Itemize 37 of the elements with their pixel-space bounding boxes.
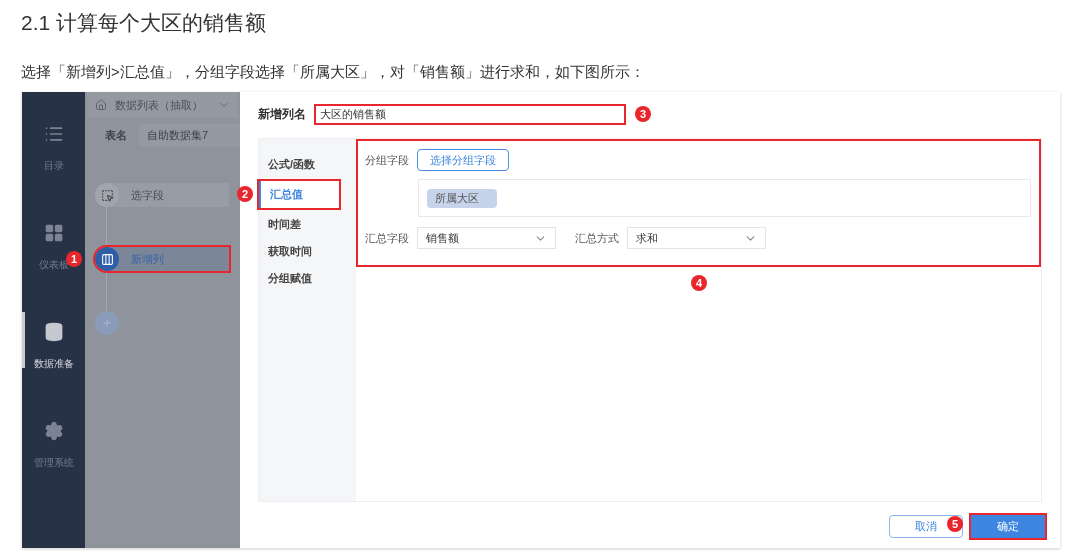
summary-method-select[interactable]: 求和 (627, 227, 766, 249)
sidebar-item[interactable]: 目录 (43, 122, 64, 175)
home-icon (95, 99, 107, 111)
section-heading: 2.1 计算每个大区的销售额 (21, 10, 267, 36)
method-tab[interactable]: 分组赋值 (259, 265, 356, 292)
table-name-field[interactable]: 自助数据集7 (139, 124, 240, 146)
columns-icon (95, 247, 119, 271)
sidebar-item[interactable]: 数据准备 (33, 320, 74, 373)
field-chip[interactable]: 所属大区 (427, 188, 497, 208)
confirm-button[interactable]: 确定 (971, 514, 1045, 538)
method-tab[interactable]: 公式/函数 (259, 151, 356, 178)
method-tab[interactable]: 汇总值 (259, 181, 339, 208)
sidebar-item[interactable]: 仪表板 (38, 221, 69, 274)
list-icon (43, 124, 64, 144)
field-picker-icon (95, 183, 119, 207)
pipeline-step[interactable]: 选字段 (95, 183, 229, 207)
step-number-badge: 1 (66, 251, 82, 267)
method-tab[interactable]: 时间差 (259, 211, 356, 238)
summary-field-label: 汇总字段 (365, 230, 409, 246)
group-field-label: 分组字段 (365, 152, 409, 168)
add-step-icon[interactable] (95, 311, 119, 335)
summary-method-label: 汇总方式 (575, 230, 619, 246)
intro-paragraph: 选择「新增列>汇总值」，分组字段选择「所属大区」，对「销售额」进行求和，如下图所示： (21, 62, 645, 82)
grid-icon (43, 223, 64, 243)
source-selector[interactable]: 数据列表（抽取） (87, 92, 238, 118)
column-name-field[interactable]: 大区的销售额 (314, 103, 626, 125)
method-tab[interactable]: 获取时间 (259, 238, 356, 265)
step-number-badge: 2 (237, 186, 253, 202)
gear-icon (43, 421, 64, 441)
summary-field-select[interactable]: 销售额 (417, 227, 556, 249)
column-name-label: 新增列名 (258, 106, 306, 123)
select-group-field-button[interactable]: 选择分组字段 (417, 149, 509, 171)
table-name-label: 表名 (105, 127, 127, 143)
database-icon (43, 322, 64, 342)
sidebar-item[interactable]: 管理系统 (33, 419, 74, 472)
step-number-badge: 3 (635, 106, 651, 122)
step-number-badge: 4 (691, 275, 707, 291)
